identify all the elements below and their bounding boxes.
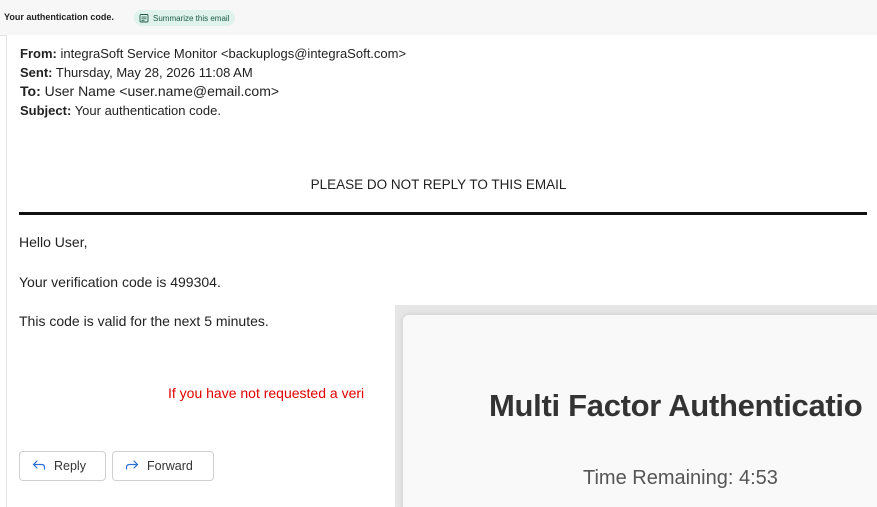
warning-text: If you have not requested a veri: [168, 385, 365, 401]
to-row: To: User Name <user.name@email.com>: [20, 82, 406, 101]
summarize-label: Summarize this email: [153, 13, 230, 23]
reply-button[interactable]: Reply: [19, 451, 106, 481]
summarize-icon: [139, 13, 149, 23]
subject-label: Subject:: [20, 103, 72, 118]
from-row: From: integraSoft Service Monitor <backu…: [20, 44, 406, 63]
email-topbar: Your authentication code. Summarize this…: [0, 0, 877, 36]
forward-label: Forward: [147, 459, 193, 473]
to-value: User Name <user.name@email.com>: [44, 83, 280, 99]
reply-label: Reply: [54, 459, 86, 473]
reply-icon: [32, 459, 46, 473]
forward-button[interactable]: Forward: [112, 451, 214, 481]
summarize-button[interactable]: Summarize this email: [134, 10, 236, 26]
to-label: To:: [20, 83, 41, 99]
divider-rule: [19, 212, 867, 215]
mfa-time-remaining: Time Remaining: 4:53: [583, 467, 778, 489]
mfa-window: Multi Factor Authenticatio Time Remainin…: [395, 305, 877, 507]
mfa-panel: Multi Factor Authenticatio Time Remainin…: [403, 315, 877, 507]
forward-icon: [125, 459, 139, 473]
from-label: From:: [20, 46, 57, 61]
sent-row: Sent: Thursday, May 28, 2026 11:08 AM: [20, 63, 406, 82]
topbar-subject: Your authentication code.: [4, 12, 114, 22]
do-not-reply-banner: PLEASE DO NOT REPLY TO THIS EMAIL: [310, 177, 567, 192]
mfa-title: Multi Factor Authenticatio: [489, 388, 863, 423]
verification-code-text: Your verification code is 499304.: [19, 274, 221, 290]
subject-value: Your authentication code.: [74, 103, 221, 118]
email-headers: From: integraSoft Service Monitor <backu…: [20, 44, 406, 120]
subject-row: Subject: Your authentication code.: [20, 101, 406, 120]
sent-label: Sent:: [20, 65, 53, 80]
from-value: integraSoft Service Monitor <backuplogs@…: [60, 46, 407, 61]
greeting-text: Hello User,: [19, 234, 88, 250]
sent-value: Thursday, May 28, 2026 11:08 AM: [55, 65, 253, 80]
validity-text: This code is valid for the next 5 minute…: [19, 313, 269, 329]
